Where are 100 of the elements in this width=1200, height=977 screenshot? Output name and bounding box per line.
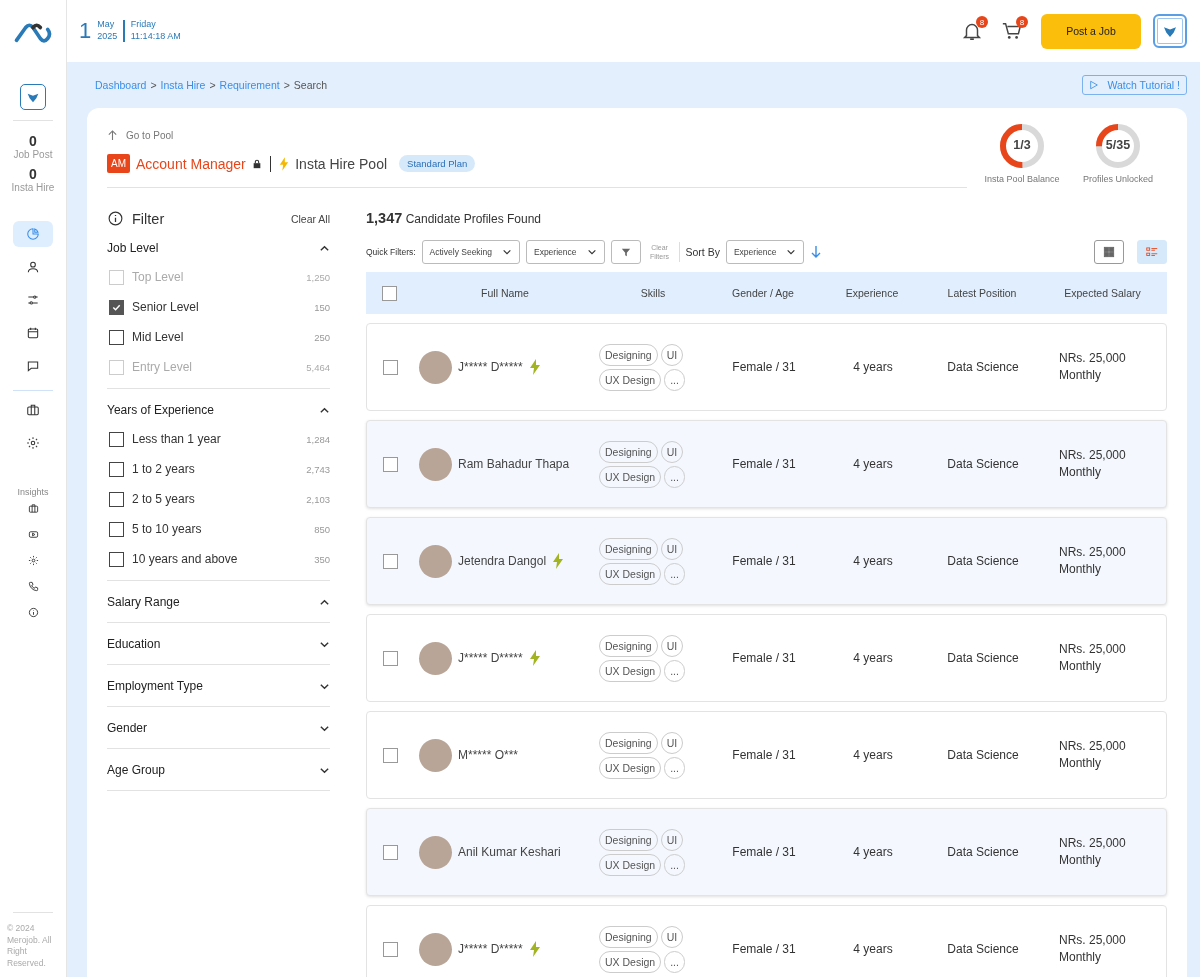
candidate-row[interactable]: Anil Kumar Keshari Designing UI UX Design ... Female / 31 4 years Data Science NRs. 25,000 Monthly [366, 808, 1167, 896]
candidate-row[interactable]: J***** D***** Designing UI UX Design ... Female / 31 4 years Data Science NRs. 25,000 Monthly [366, 614, 1167, 702]
option-label: Entry Level [132, 360, 193, 374]
checkbox[interactable] [109, 329, 124, 345]
checkbox[interactable] [109, 551, 124, 567]
filter-section-header[interactable]: Salary Range [107, 589, 330, 616]
chevron-down-icon [786, 247, 797, 257]
gender-age-cell-text: Female / 31 [731, 942, 797, 956]
quick-filters-label: Quick Filters: [366, 247, 416, 257]
cart-badge: 8 [1016, 16, 1028, 28]
row-checkbox[interactable] [382, 359, 398, 375]
stat-label: Insta Hire [11, 182, 55, 193]
experience-cell-text: 4 years [852, 360, 894, 374]
select-all-checkbox[interactable] [381, 285, 397, 301]
candidate-row[interactable]: Jetendra Dangol Designing UI UX Design ... Female / 31 4 years Data Science NRs. 25,000 Monthly [366, 517, 1167, 605]
profile-button[interactable] [1153, 14, 1187, 48]
checkbox[interactable] [109, 431, 124, 447]
filter-section-header[interactable]: Age Group [107, 757, 330, 784]
option-label: 2 to 5 years [132, 492, 195, 506]
logo-icon[interactable] [12, 22, 54, 44]
position-cell-text: Data Science [946, 360, 1020, 374]
filter-section-header[interactable]: Education [107, 631, 330, 658]
candidate-name: Anil Kumar Keshari [458, 845, 561, 859]
option-label: Mid Level [132, 330, 184, 344]
candidate-row[interactable]: J***** D***** Designing UI UX Design ... Female / 31 4 years Data Science NRs. 25,000 Monthly [366, 905, 1167, 977]
settings-icon[interactable] [27, 555, 39, 566]
filter-section-header[interactable]: Gender [107, 715, 330, 742]
date-year: 2025 [97, 31, 118, 43]
briefcase-icon[interactable] [27, 503, 39, 514]
experience-cell-text: 4 years [852, 845, 894, 859]
option-count: 2,103 [306, 493, 330, 505]
column-header: Skills [639, 287, 667, 299]
row-checkbox[interactable] [382, 456, 398, 472]
cart-icon[interactable] [1001, 20, 1023, 42]
column-header: Gender / Age [731, 287, 795, 299]
checkbox[interactable] [109, 491, 124, 507]
row-checkbox[interactable] [382, 747, 398, 763]
sort-dropdown[interactable]: Experience [725, 240, 805, 264]
option-label: Senior Level [132, 300, 199, 314]
phone-icon[interactable] [27, 581, 39, 592]
dropdown[interactable]: Experience [525, 240, 605, 264]
section-label: Insights [17, 487, 49, 497]
pie-chart-icon [26, 227, 40, 241]
row-checkbox[interactable] [382, 553, 398, 569]
row-checkbox[interactable] [382, 941, 398, 957]
column-header: Experience [844, 287, 900, 299]
chevron-down-icon [586, 247, 597, 257]
chat-icon [26, 359, 40, 373]
candidate-name: M***** O*** [458, 748, 519, 762]
avatar-placeholder [419, 835, 452, 869]
filter-section-header[interactable]: Job Level [107, 235, 330, 262]
checkbox[interactable] [109, 521, 124, 537]
salary-cell-text: NRs. 25,000 Monthly [1058, 640, 1127, 675]
progress-ring [998, 122, 1046, 170]
candidate-row[interactable]: Ram Bahadur Thapa Designing UI UX Design ... Female / 31 4 years Data Science NRs. 25,000 Monthly [366, 420, 1167, 508]
post-job-button[interactable]: Post a Job [1041, 13, 1141, 49]
ring-reading: 1/3 [1013, 138, 1031, 152]
option-count: 150 [314, 301, 330, 313]
option-label: 10 years and above [132, 552, 238, 566]
salary-cell-text: NRs. 25,000 Monthly [1058, 543, 1127, 578]
chevron-down-icon [501, 247, 512, 257]
company-logo-icon[interactable] [20, 84, 46, 110]
weekday: Friday [130, 19, 157, 31]
clear-all-link[interactable]: Clear All [290, 212, 330, 225]
position-cell-text: Data Science [946, 845, 1020, 859]
option-count: 5,464 [306, 361, 330, 373]
candidate-row[interactable]: M***** O*** Designing UI UX Design ... Female / 31 4 years Data Science NRs. 25,000 Monthly [366, 711, 1167, 799]
go-to-pool-link[interactable]: Go to Pool [107, 130, 967, 141]
gender-age-cell-text: Female / 31 [731, 360, 797, 374]
row-checkbox[interactable] [382, 844, 398, 860]
salary-cell-text: NRs. 25,000 Monthly [1058, 931, 1127, 966]
filter-section-header[interactable]: Years of Experience [107, 397, 330, 424]
clock-time: 11:14:18 AM [130, 31, 181, 43]
checkbox[interactable] [109, 461, 124, 477]
info-icon[interactable] [27, 607, 39, 618]
funnel-icon [620, 247, 631, 257]
sort-direction-icon[interactable] [810, 245, 823, 259]
checkbox[interactable] [109, 299, 124, 315]
breadcrumb-current: Search [293, 79, 328, 91]
salary-cell-text: NRs. 25,000 Monthly [1058, 834, 1127, 869]
briefcase-icon [26, 403, 40, 417]
gender-age-cell-text: Female / 31 [731, 457, 797, 471]
option-label: 5 to 10 years [132, 522, 202, 536]
video-icon[interactable] [27, 529, 39, 540]
filter-section-header[interactable]: Employment Type [107, 673, 330, 700]
user-icon [26, 260, 40, 274]
info-icon [107, 210, 124, 227]
experience-cell-text: 4 years [852, 554, 894, 568]
filter-button[interactable] [610, 240, 641, 264]
column-header: Expected Salary [1063, 287, 1142, 299]
experience-cell-text: 4 years [852, 942, 894, 956]
dropdown[interactable]: Actively Seeking [421, 240, 520, 264]
stat-label: Job Post [13, 149, 53, 160]
experience-cell-text: 4 years [852, 651, 894, 665]
row-checkbox[interactable] [382, 650, 398, 666]
candidate-row[interactable]: J***** D***** Designing UI UX Design ... Female / 31 4 years Data Science NRs. 25,000 Monthly [366, 323, 1167, 411]
view-toggle[interactable] [1094, 240, 1124, 264]
date-month: May [97, 19, 116, 31]
pool-name: Insta Hire Pool [295, 155, 388, 172]
gender-age-cell-text: Female / 31 [731, 845, 797, 859]
